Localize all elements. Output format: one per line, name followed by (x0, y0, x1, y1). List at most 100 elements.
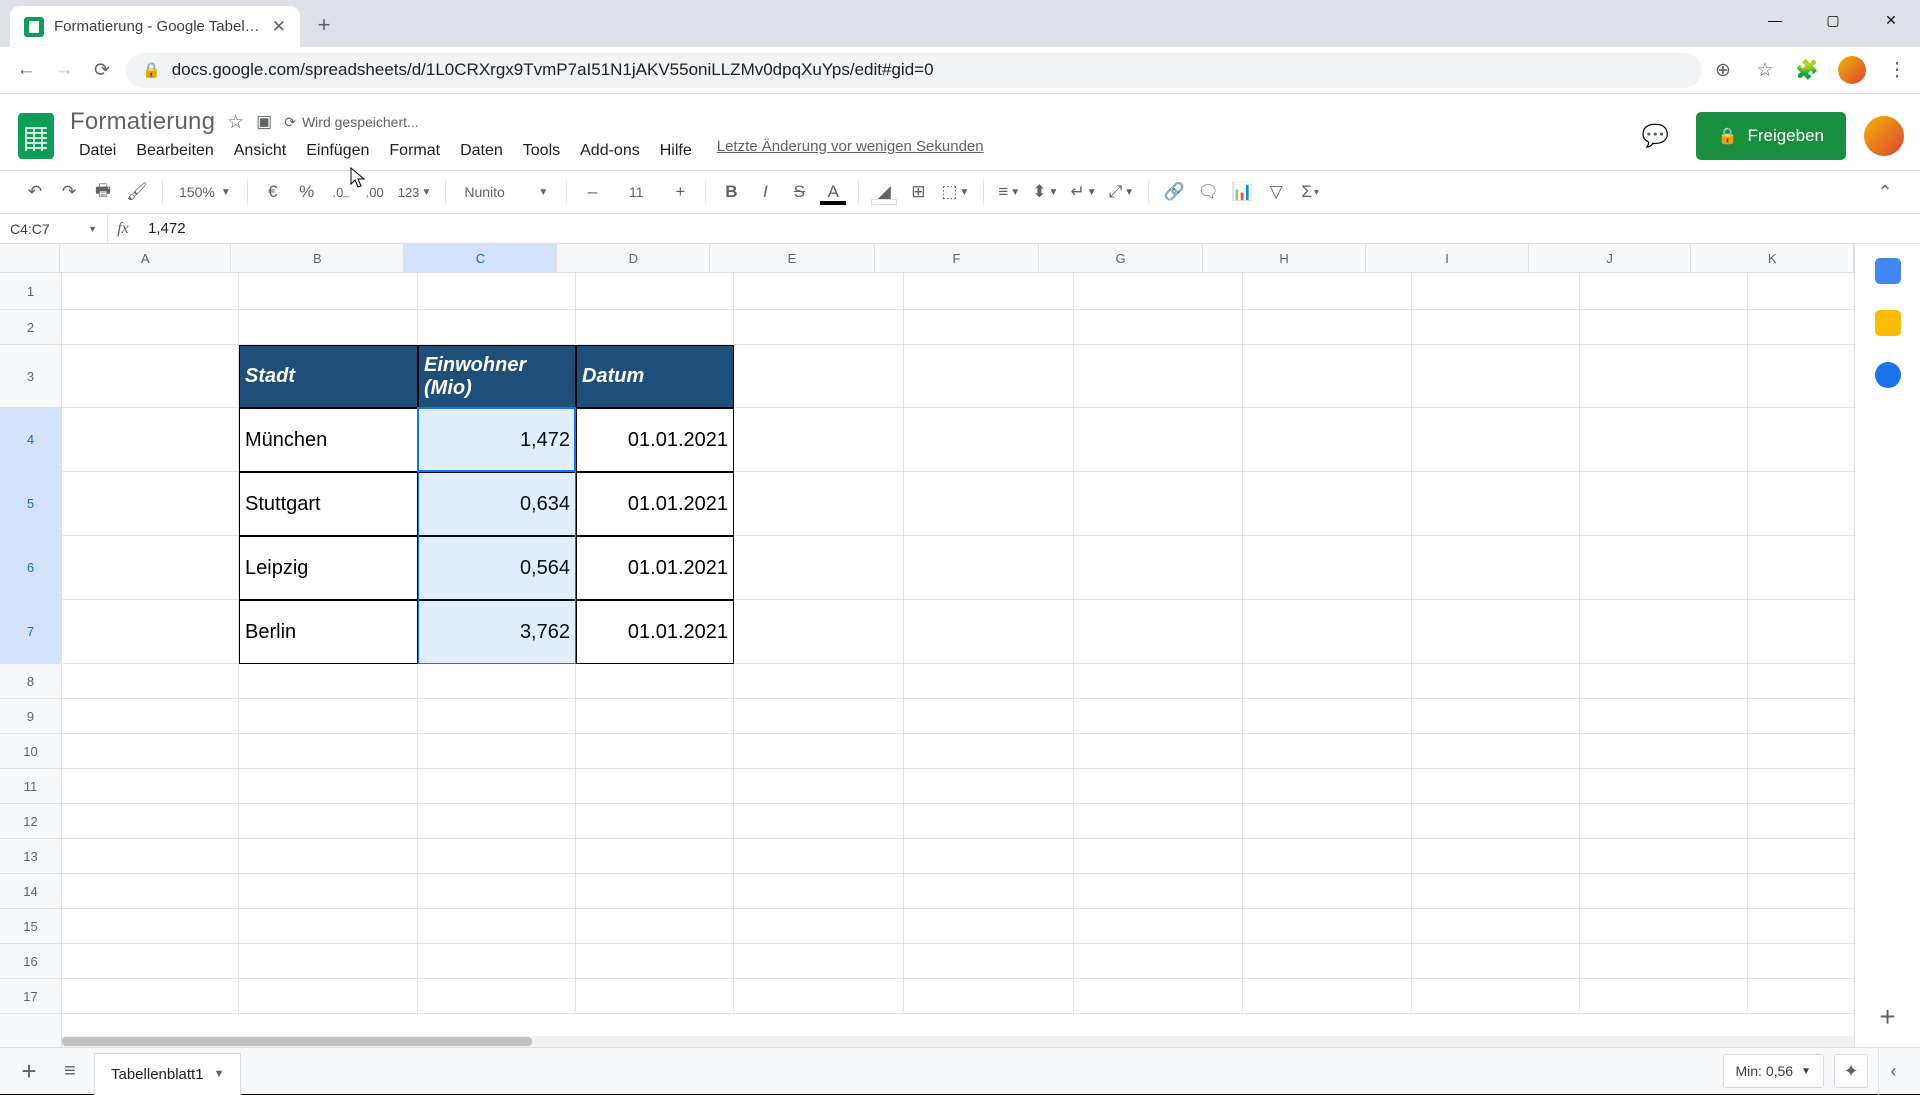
cell-D8[interactable] (576, 664, 734, 699)
cell-D13[interactable] (576, 839, 734, 874)
cell-D5[interactable]: 01.01.2021 (576, 472, 734, 536)
cell-B12[interactable] (239, 804, 418, 839)
cell-I11[interactable] (1412, 769, 1580, 804)
cell-A11[interactable] (62, 769, 239, 804)
cell-E1[interactable] (734, 273, 904, 310)
cell-F10[interactable] (904, 734, 1074, 769)
cell-H2[interactable] (1243, 310, 1412, 345)
cell-E2[interactable] (734, 310, 904, 345)
filter-button[interactable]: ▽ (1261, 177, 1291, 207)
cell-B16[interactable] (239, 944, 418, 979)
cell-I6[interactable] (1412, 536, 1580, 600)
cell-E14[interactable] (734, 874, 904, 909)
menu-hilfe[interactable]: Hilfe (651, 138, 701, 164)
row-header-10[interactable]: 10 (0, 734, 61, 769)
cell-J1[interactable] (1580, 273, 1748, 310)
increase-decimal-button[interactable]: .00 (360, 177, 390, 207)
cell-K14[interactable] (1748, 874, 1854, 909)
cell-E13[interactable] (734, 839, 904, 874)
cell-A17[interactable] (62, 979, 239, 1014)
column-header-K[interactable]: K (1691, 244, 1854, 272)
cell-E16[interactable] (734, 944, 904, 979)
cell-E11[interactable] (734, 769, 904, 804)
cell-F2[interactable] (904, 310, 1074, 345)
row-header-3[interactable]: 3 (0, 345, 61, 408)
cell-E3[interactable] (734, 345, 904, 408)
cell-I10[interactable] (1412, 734, 1580, 769)
column-header-F[interactable]: F (875, 244, 1040, 272)
borders-button[interactable]: ⊞ (903, 177, 933, 207)
cell-K15[interactable] (1748, 909, 1854, 944)
row-header-6[interactable]: 6 (0, 536, 61, 600)
cell-K1[interactable] (1748, 273, 1854, 310)
cell-I5[interactable] (1412, 472, 1580, 536)
select-all-corner[interactable] (0, 244, 60, 272)
cell-G1[interactable] (1074, 273, 1243, 310)
print-button[interactable]: 🖶 (88, 177, 118, 207)
cell-G15[interactable] (1074, 909, 1243, 944)
cell-H10[interactable] (1243, 734, 1412, 769)
cell-E10[interactable] (734, 734, 904, 769)
cell-J6[interactable] (1580, 536, 1748, 600)
cell-D3[interactable]: Datum (576, 345, 734, 408)
sheet-tab[interactable]: Tabellenblatt1▼ (94, 1053, 241, 1095)
cell-J9[interactable] (1580, 699, 1748, 734)
bookmark-icon[interactable]: ☆ (1754, 59, 1776, 81)
cell-D10[interactable] (576, 734, 734, 769)
zoom-dropdown[interactable]: 150%▼ (173, 184, 237, 200)
cell-G5[interactable] (1074, 472, 1243, 536)
row-header-8[interactable]: 8 (0, 664, 61, 699)
horizontal-scrollbar[interactable] (62, 1036, 1854, 1047)
cell-A13[interactable] (62, 839, 239, 874)
cell-F5[interactable] (904, 472, 1074, 536)
font-size-decrease[interactable]: – (577, 177, 607, 207)
cell-E7[interactable] (734, 600, 904, 664)
cell-J8[interactable] (1580, 664, 1748, 699)
cell-H15[interactable] (1243, 909, 1412, 944)
menu-datei[interactable]: Datei (70, 138, 125, 164)
column-header-C[interactable]: C (404, 244, 557, 272)
forward-button[interactable]: → (50, 56, 78, 84)
cell-G17[interactable] (1074, 979, 1243, 1014)
cell-K2[interactable] (1748, 310, 1854, 345)
cell-F15[interactable] (904, 909, 1074, 944)
cell-J2[interactable] (1580, 310, 1748, 345)
cell-G6[interactable] (1074, 536, 1243, 600)
cell-A4[interactable] (62, 408, 239, 472)
add-addon-icon[interactable]: + (1879, 1001, 1895, 1033)
profile-avatar[interactable] (1838, 56, 1866, 84)
cell-E5[interactable] (734, 472, 904, 536)
cell-K7[interactable] (1748, 600, 1854, 664)
cell-B3[interactable]: Stadt (239, 345, 418, 408)
cell-H3[interactable] (1243, 345, 1412, 408)
v-align-button[interactable]: ⬍▼ (1028, 177, 1062, 207)
cell-B5[interactable]: Stuttgart (239, 472, 418, 536)
cell-E12[interactable] (734, 804, 904, 839)
strike-button[interactable]: S (784, 177, 814, 207)
cell-D1[interactable] (576, 273, 734, 310)
cell-B14[interactable] (239, 874, 418, 909)
functions-button[interactable]: Σ▾ (1295, 177, 1325, 207)
cell-K10[interactable] (1748, 734, 1854, 769)
column-header-J[interactable]: J (1529, 244, 1692, 272)
cell-D14[interactable] (576, 874, 734, 909)
cell-D17[interactable] (576, 979, 734, 1014)
cell-I14[interactable] (1412, 874, 1580, 909)
zoom-icon[interactable]: ⊕ (1712, 59, 1734, 81)
cell-H8[interactable] (1243, 664, 1412, 699)
cell-B1[interactable] (239, 273, 418, 310)
name-box[interactable]: C4:C7▼ (0, 214, 108, 243)
cell-I7[interactable] (1412, 600, 1580, 664)
cell-J3[interactable] (1580, 345, 1748, 408)
cell-K12[interactable] (1748, 804, 1854, 839)
cell-A2[interactable] (62, 310, 239, 345)
cell-J12[interactable] (1580, 804, 1748, 839)
cell-D2[interactable] (576, 310, 734, 345)
cell-H12[interactable] (1243, 804, 1412, 839)
cell-C16[interactable] (418, 944, 576, 979)
h-align-button[interactable]: ≡▼ (994, 177, 1024, 207)
cell-H16[interactable] (1243, 944, 1412, 979)
new-tab-button[interactable]: + (306, 7, 342, 43)
cell-D7[interactable]: 01.01.2021 (576, 600, 734, 664)
row-header-4[interactable]: 4 (0, 408, 61, 472)
